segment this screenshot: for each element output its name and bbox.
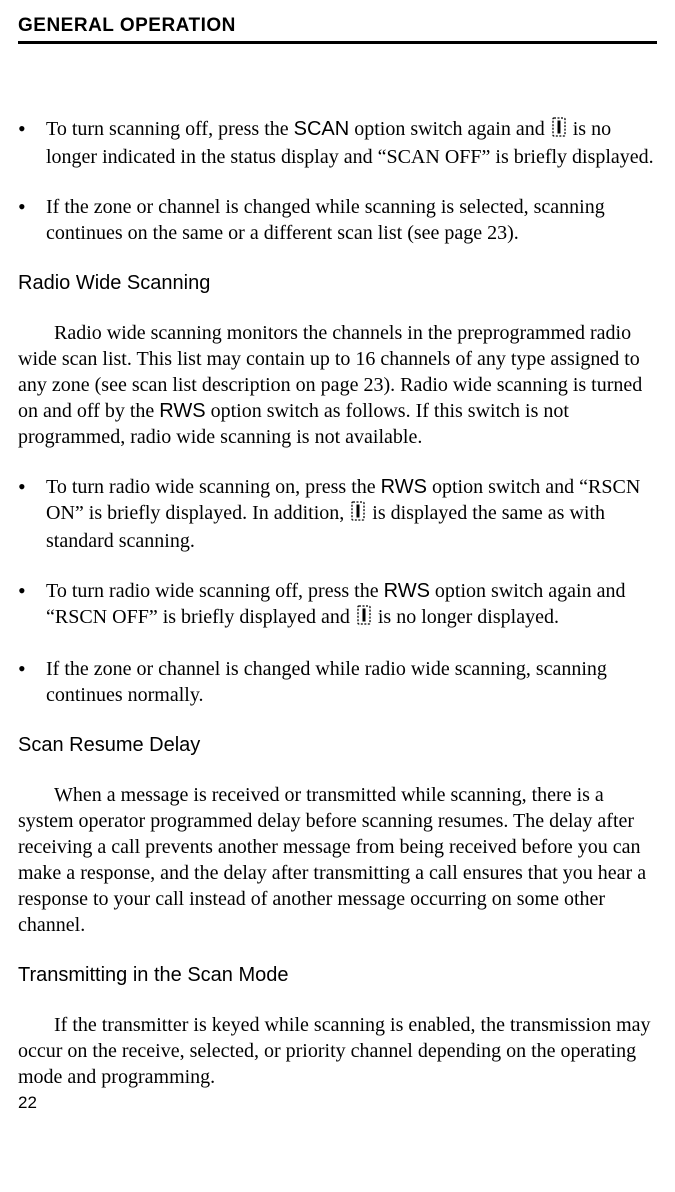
bullet-icon: •: [18, 194, 46, 246]
text-fragment: is no longer displayed.: [373, 606, 559, 628]
bullet-text: To turn radio wide scanning on, press th…: [46, 474, 657, 554]
bullet-text: To turn radio wide scanning off, press t…: [46, 578, 657, 632]
section-title-radio-wide: Radio Wide Scanning: [18, 270, 657, 296]
text-fragment: To turn radio wide scanning on, press th…: [46, 476, 381, 498]
key-label: SCAN: [294, 118, 350, 140]
bullet-icon: •: [18, 578, 46, 632]
list-item: • If the zone or channel is changed whil…: [18, 656, 657, 708]
page-number: 22: [18, 1092, 657, 1114]
bullet-icon: •: [18, 656, 46, 708]
bullet-text: If the zone or channel is changed while …: [46, 194, 657, 246]
bullet-text: If the zone or channel is changed while …: [46, 656, 657, 708]
scan-icon: [357, 605, 371, 632]
transmit-scan-paragraph: If the transmitter is keyed while scanni…: [18, 1012, 657, 1090]
text-fragment: To turn scanning off, press the: [46, 118, 294, 140]
list-item: • To turn radio wide scanning off, press…: [18, 578, 657, 632]
scan-icon: [552, 117, 566, 144]
radio-wide-bullet-list: • To turn radio wide scanning on, press …: [18, 474, 657, 708]
section-title-scan-resume: Scan Resume Delay: [18, 732, 657, 758]
list-item: • To turn radio wide scanning on, press …: [18, 474, 657, 554]
bullet-text: To turn scanning off, press the SCAN opt…: [46, 116, 657, 170]
scan-icon: [351, 501, 365, 528]
page-header-title: GENERAL OPERATION: [18, 14, 657, 39]
bullet-icon: •: [18, 474, 46, 554]
text-fragment: option switch again and: [349, 118, 550, 140]
scan-off-bullet-list: • To turn scanning off, press the SCAN o…: [18, 116, 657, 246]
scan-resume-paragraph: When a message is received or transmitte…: [18, 782, 657, 938]
text-fragment: To turn radio wide scanning off, press t…: [46, 580, 384, 602]
key-label: RWS: [381, 476, 427, 498]
list-item: • To turn scanning off, press the SCAN o…: [18, 116, 657, 170]
section-title-transmit-scan: Transmitting in the Scan Mode: [18, 962, 657, 988]
bullet-icon: •: [18, 116, 46, 170]
radio-wide-paragraph: Radio wide scanning monitors the channel…: [18, 320, 657, 450]
header-divider: [18, 41, 657, 44]
key-label: RWS: [159, 400, 205, 422]
key-label: RWS: [384, 580, 430, 602]
list-item: • If the zone or channel is changed whil…: [18, 194, 657, 246]
